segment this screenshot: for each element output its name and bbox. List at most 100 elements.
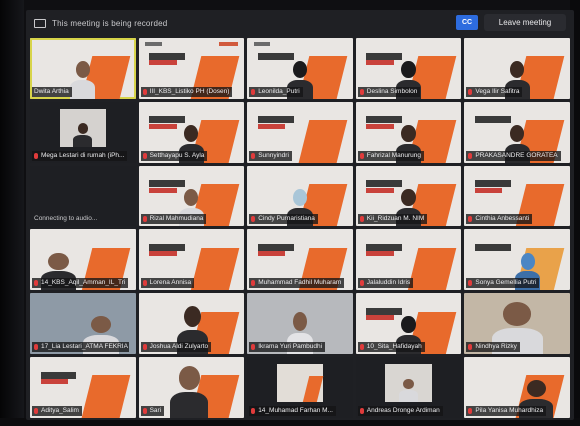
participant-tile[interactable]: Aditya_Salim xyxy=(30,357,136,418)
slide-subtitle xyxy=(40,379,68,385)
mic-muted-icon xyxy=(34,280,38,287)
participant-tile[interactable]: Leonilda_Putri xyxy=(247,38,353,99)
participant-tile[interactable]: 14_KBS_Aqil_Amman_IL_Tri xyxy=(30,229,136,291)
participant-tile[interactable]: Joshua Aldi Zulyarto xyxy=(138,293,245,355)
slide-graphic xyxy=(298,120,348,163)
participant-tile[interactable]: Nindhya Rizky xyxy=(464,293,570,355)
participant-tile[interactable]: 10_Sita_Hafidayah xyxy=(355,293,462,355)
participant-name: Ikrama Yuri Pambudhi xyxy=(249,342,326,353)
slide-title xyxy=(149,244,186,252)
participant-name: Aditya_Salim xyxy=(32,405,82,416)
slide-title xyxy=(474,116,511,124)
mic-muted-icon xyxy=(468,407,473,414)
participant-tile[interactable]: Setthayapu S. Ayla xyxy=(138,101,245,163)
participant-name: Andreas Dronge Ardiman xyxy=(357,405,443,416)
slide-title xyxy=(149,116,186,124)
slide-subtitle xyxy=(149,251,177,257)
participant-name: Mega Lestari di rumah (iPh... xyxy=(32,150,128,161)
mic-muted-icon xyxy=(142,216,147,223)
participant-tile[interactable]: Sonya Gemellia Putri xyxy=(464,229,570,291)
leave-meeting-button[interactable]: Leave meeting xyxy=(484,14,566,31)
participant-tile[interactable]: PRAKASANDRE GORATEA xyxy=(464,101,570,163)
participant-tile[interactable]: 17_Lia Lestari_ATMA FEKRIA xyxy=(30,293,136,355)
slide-title xyxy=(366,307,403,315)
participant-name: Joshua Aldi Zulyarto xyxy=(140,342,212,353)
participant-name: Pila Yanisa Muhardhiza xyxy=(466,405,547,416)
participant-tile[interactable]: Muhammad Fadhil Muharam xyxy=(247,229,353,291)
mic-muted-icon xyxy=(468,216,473,223)
mic-muted-icon xyxy=(468,280,473,287)
slide-title xyxy=(366,116,403,124)
slide-title xyxy=(257,52,294,60)
participant-video xyxy=(276,364,324,403)
participant-name: Fahrizal Manurung xyxy=(357,150,424,161)
participant-name: Cinthia Anbessanti xyxy=(466,214,533,225)
participant-tile[interactable]: Cindy Purnaristiana xyxy=(247,165,353,227)
participant-tile[interactable]: Mega Lestari di rumah (iPh... xyxy=(30,101,136,163)
meeting-topbar: This meeting is being recorded CC Leave … xyxy=(26,10,574,36)
recording-status: This meeting is being recorded xyxy=(52,18,168,28)
slide-graphic xyxy=(407,247,457,291)
participant-name: PRAKASANDRE GORATEA xyxy=(466,150,561,161)
participant-tile[interactable]: Deslina Simbolon xyxy=(355,38,462,99)
participant-tile[interactable]: III_KBS_Listiko PH (Dosen) xyxy=(138,38,245,99)
mic-muted-icon xyxy=(142,88,147,95)
slide-graphic xyxy=(190,247,239,291)
participant-tile[interactable]: Sari xyxy=(138,357,245,418)
participant-tile[interactable]: Ikrama Yuri Pambudhi xyxy=(247,293,353,355)
mic-muted-icon xyxy=(359,344,364,351)
participant-tile[interactable]: Kii_Ridzuan M. NIM xyxy=(355,165,462,227)
participant-name: Muhammad Fadhil Muharam xyxy=(249,278,345,289)
slide-subtitle xyxy=(149,123,177,129)
mic-muted-icon xyxy=(359,152,364,159)
participant-tile[interactable]: Jalaluddin Idris xyxy=(355,229,462,291)
participant-tile[interactable]: Pila Yanisa Muhardhiza xyxy=(464,357,570,418)
participant-name: Sunnyindri xyxy=(249,150,292,161)
participant-tile[interactable]: Dwita Arthia xyxy=(30,38,136,99)
slide-title xyxy=(366,52,403,60)
slide-title xyxy=(366,244,403,252)
mic-muted-icon xyxy=(142,280,147,287)
participant-name: Lorena Annisa xyxy=(140,278,195,289)
participant-name: Sari xyxy=(140,405,165,416)
recording-icon xyxy=(34,18,46,28)
slide-subtitle xyxy=(257,251,286,257)
slide-title xyxy=(474,244,511,252)
mic-muted-icon xyxy=(34,152,38,159)
mic-muted-icon xyxy=(468,152,473,159)
slide-title xyxy=(40,371,77,379)
connecting-audio-status: Connecting to audio... xyxy=(34,215,98,223)
slide-title xyxy=(257,244,294,252)
captions-button[interactable]: CC xyxy=(456,15,478,30)
mic-muted-icon xyxy=(34,407,38,414)
participant-tile[interactable]: Fahrizal Manurung xyxy=(355,101,462,163)
participant-name: Deslina Simbolon xyxy=(357,86,421,97)
slide-title xyxy=(474,180,511,188)
meeting-window: This meeting is being recorded CC Leave … xyxy=(26,10,574,420)
participant-tile[interactable]: Rizal Mahmudiana xyxy=(138,165,245,227)
slide-logo xyxy=(253,41,271,46)
participant-tile[interactable]: Connecting to audio... xyxy=(30,165,136,227)
slide-subtitle xyxy=(474,187,503,193)
participant-name: Vega Ilir Safitra xyxy=(466,86,523,97)
participant-tile[interactable]: Sunnyindri xyxy=(247,101,353,163)
participant-tile[interactable]: Cinthia Anbessanti xyxy=(464,165,570,227)
participant-gallery: Dwita Arthia III_KBS_Listiko PH (Dosen) … xyxy=(30,38,570,418)
slide-logo xyxy=(218,41,238,46)
participant-tile[interactable]: Lorena Annisa xyxy=(138,229,245,291)
mic-muted-icon xyxy=(251,216,256,223)
slide-subtitle xyxy=(366,187,394,193)
participant-tile[interactable]: Vega Ilir Safitra xyxy=(464,38,570,99)
participant-name: 14_KBS_Aqil_Amman_IL_Tri xyxy=(32,278,129,289)
slide-subtitle xyxy=(366,59,394,65)
mic-muted-icon xyxy=(251,88,256,95)
slide-subtitle xyxy=(366,123,394,129)
participant-video xyxy=(59,109,107,147)
participant-tile[interactable]: Andreas Dronge Ardiman xyxy=(355,357,462,418)
participant-tile[interactable]: 14_Muhamad Farhan M... xyxy=(247,357,353,418)
slide-subtitle xyxy=(149,187,177,193)
participant-name: Rizal Mahmudiana xyxy=(140,214,207,225)
slide-subtitle xyxy=(366,251,394,257)
mic-muted-icon xyxy=(142,407,147,414)
mic-muted-icon xyxy=(359,407,364,414)
